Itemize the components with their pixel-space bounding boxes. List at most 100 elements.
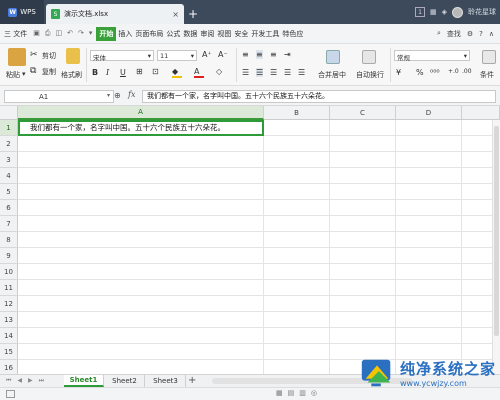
help-icon[interactable]: ? (479, 30, 483, 38)
redo-icon[interactable]: ↷ (78, 29, 84, 38)
row-header-6[interactable]: 6 (0, 200, 18, 216)
align-bottom-icon[interactable]: ≡ (270, 50, 277, 59)
row-header-16[interactable]: 16 (0, 360, 18, 374)
user-name[interactable]: 聆花星球 (468, 7, 496, 17)
row-header-5[interactable]: 5 (0, 184, 18, 200)
row-header-3[interactable]: 3 (0, 152, 18, 168)
collapse-ribbon-icon[interactable]: ∧ (489, 30, 494, 38)
clear-format-icon[interactable]: ◇ (216, 67, 222, 76)
page-break-icon[interactable]: ▥ (299, 389, 306, 397)
ribbon-tab-3[interactable]: 页面布局 (134, 27, 164, 41)
row-header-15[interactable]: 15 (0, 344, 18, 360)
save-icon[interactable]: ▣ (33, 29, 40, 38)
grid-view-icon[interactable]: ▦ (430, 8, 437, 16)
page-layout-icon[interactable]: ▤ (288, 389, 295, 397)
row-header-2[interactable]: 2 (0, 136, 18, 152)
bold-button[interactable]: B (92, 68, 98, 77)
row-header-4[interactable]: 4 (0, 168, 18, 184)
settings-icon[interactable]: ⚙ (467, 30, 473, 38)
paste-icon[interactable] (8, 48, 26, 66)
column-header-c[interactable]: C (330, 106, 396, 120)
paste-dropdown-icon[interactable]: ▾ (22, 70, 26, 78)
decrease-decimal-icon[interactable]: .00 (462, 68, 472, 75)
number-format-select[interactable]: 常规 ▾ (394, 50, 470, 62)
cut-icon[interactable]: ✂ (30, 50, 38, 60)
font-name-select[interactable]: 宋体 ▾ (90, 50, 154, 62)
ribbon-tab-1[interactable]: 开始 (96, 26, 117, 41)
first-sheet-icon[interactable]: ⏮ (6, 377, 11, 385)
prev-sheet-icon[interactable]: ◀ (17, 377, 22, 385)
row-header-10[interactable]: 10 (0, 264, 18, 280)
search-icon[interactable]: ⌕ (437, 29, 441, 38)
wrap-text-button[interactable]: 自动换行 (356, 70, 384, 80)
ribbon-tab-4[interactable]: 公式 (165, 27, 181, 41)
spreadsheet-grid[interactable]: ABCD 1 2 3 4 5 6 7 8 9 10 11 12 13 14 15 16 我们都有一个家，名字叫… (0, 106, 500, 374)
last-sheet-icon[interactable]: ⏭ (39, 377, 44, 385)
justify-icon[interactable]: ☰ (284, 68, 291, 77)
format-painter-icon[interactable] (66, 48, 80, 64)
avatar[interactable] (452, 6, 463, 18)
sheet-tab-2[interactable]: Sheet2 (105, 375, 145, 387)
copy-button[interactable]: 复制 (42, 67, 56, 77)
align-top-icon[interactable]: ≡ (242, 50, 249, 59)
row-header-12[interactable]: 12 (0, 296, 18, 312)
row-header-13[interactable]: 13 (0, 312, 18, 328)
row-header-7[interactable]: 7 (0, 216, 18, 232)
row-header-14[interactable]: 14 (0, 328, 18, 344)
distribute-icon[interactable]: ☰ (298, 68, 305, 77)
tab-count-badge[interactable]: 1 (414, 7, 425, 17)
new-tab-button[interactable]: + (184, 4, 202, 24)
cut-button[interactable]: 剪切 (42, 51, 56, 61)
indent-icon[interactable]: ⇥ (284, 50, 291, 59)
fx-icon[interactable]: fx (128, 90, 135, 99)
status-macro-icon[interactable] (6, 390, 15, 398)
align-right-icon[interactable]: ☰ (270, 68, 277, 77)
reading-mode-icon[interactable]: ◎ (311, 389, 317, 397)
merge-style-icon[interactable]: ⊡ (152, 67, 159, 76)
select-all-corner[interactable] (0, 106, 18, 120)
name-box-dropdown-icon[interactable]: ▾ (107, 92, 110, 99)
currency-icon[interactable]: ¥ (396, 68, 401, 77)
font-size-select[interactable]: 11 ▾ (157, 50, 197, 61)
more-icon[interactable]: ▾ (89, 29, 93, 38)
sheet-tab-1[interactable]: Sheet1 (64, 375, 104, 387)
ribbon-tab-7[interactable]: 视图 (216, 27, 232, 41)
close-tab-icon[interactable]: × (172, 10, 179, 19)
add-sheet-button[interactable]: + (188, 375, 196, 387)
ribbon-tab-8[interactable]: 安全 (233, 27, 249, 41)
ribbon-tab-5[interactable]: 数据 (182, 27, 198, 41)
normal-view-icon[interactable]: ▦ (276, 389, 283, 397)
row-header-8[interactable]: 8 (0, 232, 18, 248)
zoom-formula-icon[interactable]: ⊕ (114, 91, 121, 100)
next-sheet-icon[interactable]: ▶ (28, 377, 33, 385)
merge-center-icon[interactable] (326, 50, 340, 64)
conditional-format-button[interactable]: 条件 (480, 70, 494, 80)
paste-button[interactable]: 粘贴 (6, 70, 20, 80)
increase-decimal-icon[interactable]: +.0 (448, 68, 459, 75)
merge-center-button[interactable]: 合并居中 (318, 70, 346, 80)
sheet-tab-3[interactable]: Sheet3 (146, 375, 186, 387)
ribbon-tab-10[interactable]: 特色应 (281, 27, 304, 41)
align-center-icon[interactable]: ☰ (256, 68, 264, 77)
wps-home-tab[interactable]: W WPS (0, 0, 44, 24)
document-tab[interactable]: S 演示文档.xlsx × (46, 4, 184, 24)
fill-color-icon[interactable]: ◆ (172, 67, 182, 78)
row-header-9[interactable]: 9 (0, 248, 18, 264)
print-icon[interactable]: ⎙ (45, 29, 51, 38)
skin-icon[interactable]: ◈ (442, 8, 447, 16)
align-middle-icon[interactable]: ≡ (256, 50, 263, 59)
vertical-scroll-thumb[interactable] (494, 126, 499, 336)
ribbon-tab-6[interactable]: 审阅 (199, 27, 215, 41)
wrap-text-icon[interactable] (362, 50, 376, 64)
undo-icon[interactable]: ↶ (67, 29, 73, 38)
thousands-icon[interactable]: ⁰⁰⁰ (430, 68, 440, 77)
ribbon-tab-2[interactable]: 插入 (117, 27, 133, 41)
italic-button[interactable]: I (106, 68, 109, 77)
percent-button[interactable]: % (416, 68, 424, 77)
search-label[interactable]: 查找 (447, 29, 461, 39)
ribbon-tab-9[interactable]: 开发工具 (250, 27, 280, 41)
name-box[interactable]: A1 ▾ (4, 90, 114, 103)
copy-icon[interactable]: ⧉ (30, 66, 36, 76)
row-header-11[interactable]: 11 (0, 280, 18, 296)
underline-button[interactable]: U (120, 68, 126, 77)
